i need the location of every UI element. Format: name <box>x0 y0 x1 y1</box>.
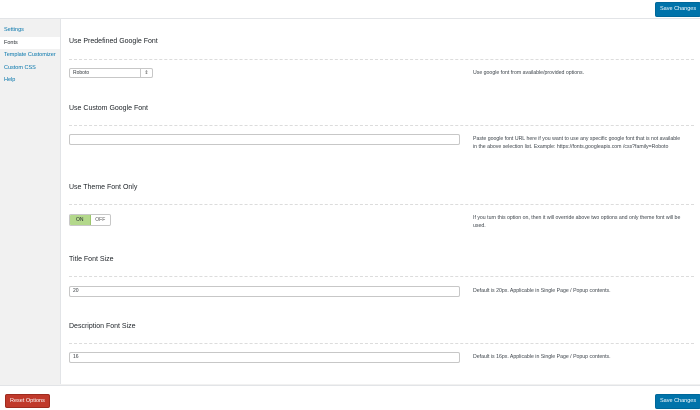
save-changes-button-top[interactable]: Save Changes <box>655 2 700 17</box>
field-description: Paste google font URL here if you want t… <box>473 136 681 150</box>
sidebar: Settings Fonts Template Customizer Custo… <box>0 19 61 384</box>
section-title: Title Font Size <box>69 256 114 263</box>
title-font-size-input[interactable]: 20 <box>69 286 460 297</box>
sidebar-item-settings[interactable]: Settings <box>0 24 60 37</box>
divider <box>69 125 694 126</box>
save-changes-button-bottom[interactable]: Save Changes <box>655 394 700 409</box>
toggle-off-option[interactable]: OFF <box>90 215 110 225</box>
divider <box>69 343 694 344</box>
section-title: Use Predefined Google Font <box>69 38 158 45</box>
select-value: Roboto <box>73 70 90 76</box>
field-description: Use google font from available/provided … <box>473 70 585 76</box>
divider <box>69 204 694 205</box>
predefined-font-select[interactable]: Roboto ⇕ <box>69 68 153 78</box>
bottom-bar: Reset Options Save Changes <box>0 385 700 410</box>
toggle-on-option[interactable]: ON <box>70 215 91 225</box>
custom-font-url-input[interactable] <box>69 134 460 145</box>
field-description: If you turn this option on, then it will… <box>473 215 681 229</box>
sidebar-item-custom-css[interactable]: Custom CSS <box>0 62 60 75</box>
theme-font-toggle[interactable]: ON OFF <box>69 214 111 226</box>
top-bar: Save Changes <box>0 0 700 19</box>
sidebar-item-fonts[interactable]: Fonts <box>0 36 60 49</box>
divider <box>69 59 694 60</box>
section-title: Use Custom Google Font <box>69 105 148 112</box>
select-arrows-icon: ⇕ <box>140 69 152 77</box>
sidebar-item-template-customizer[interactable]: Template Customizer <box>0 49 60 62</box>
section-title: Use Theme Font Only <box>69 184 138 191</box>
main-panel: Use Predefined Google Font Roboto ⇕ Use … <box>61 19 700 384</box>
field-description: Default is 20px. Applicable in Single Pa… <box>473 288 611 294</box>
divider <box>69 276 694 277</box>
description-font-size-input[interactable]: 16 <box>69 352 460 363</box>
reset-options-button[interactable]: Reset Options <box>5 394 50 408</box>
section-title: Description Font Size <box>69 323 136 330</box>
field-description: Default is 16px. Applicable in Single Pa… <box>473 354 611 360</box>
sidebar-item-help[interactable]: Help <box>0 74 60 87</box>
